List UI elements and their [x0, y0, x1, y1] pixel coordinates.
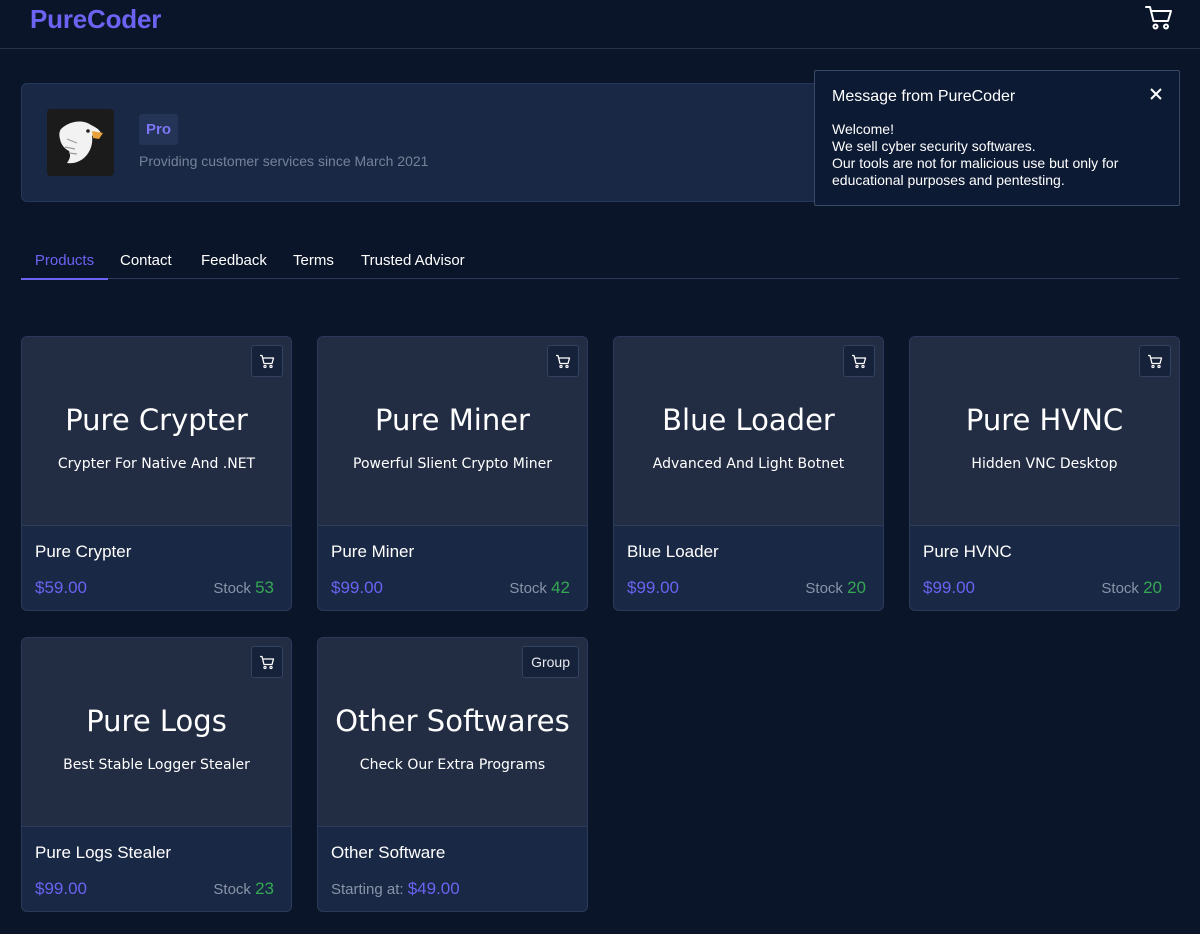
avatar [47, 109, 114, 176]
stock-label: Stock [1101, 580, 1139, 597]
cart-icon[interactable] [1144, 4, 1174, 32]
tab-trusted-advisor[interactable]: Trusted Advisor [361, 244, 465, 279]
stock-count: 23 [255, 879, 274, 898]
product-banner-title: Pure Miner [375, 403, 530, 437]
tab-terms[interactable]: Terms [293, 244, 334, 279]
add-to-cart-icon[interactable] [1139, 345, 1171, 377]
product-banner: Group Other Softwares Check Our Extra Pr… [318, 638, 587, 827]
product-stock: Stock 20 [1101, 578, 1162, 598]
product-banner: Pure Miner Powerful Slient Crypto Miner [318, 337, 587, 526]
seller-since-text: Providing customer services since March … [139, 153, 429, 169]
toast-line: educational purposes and pentesting. [832, 172, 1065, 188]
stock-count: 20 [1143, 578, 1162, 597]
product-starting-price: Starting at: $49.00 [331, 879, 460, 899]
product-card-pure-hvnc[interactable]: Pure HVNC Hidden VNC Desktop Pure HVNC $… [909, 336, 1180, 611]
stock-count: 42 [551, 578, 570, 597]
product-name: Pure Logs Stealer [35, 843, 172, 862]
product-banner-subtitle: Crypter For Native And .NET [57, 456, 256, 472]
product-banner-title: Pure HVNC [965, 403, 1124, 437]
stock-label: Stock [805, 580, 843, 597]
product-price: $99.00 [331, 578, 383, 597]
product-price: $99.00 [923, 578, 975, 597]
group-badge[interactable]: Group [522, 646, 579, 678]
product-banner: Pure Crypter Crypter For Native And .NET [22, 337, 291, 526]
toast-line: We sell cyber security softwares. [832, 138, 1036, 154]
product-name: Pure Crypter [35, 542, 132, 561]
toast-title: Message from PureCoder [832, 88, 1016, 105]
product-stock: Stock 20 [805, 578, 866, 598]
product-banner-subtitle: Powerful Slient Crypto Miner [353, 456, 552, 472]
product-stock: Stock 23 [213, 879, 274, 899]
product-banner-title: Other Softwares [335, 704, 570, 738]
product-banner-title: Blue Loader [662, 403, 835, 437]
stock-count: 20 [847, 578, 866, 597]
product-card-pure-miner[interactable]: Pure Miner Powerful Slient Crypto Miner … [317, 336, 588, 611]
product-banner-subtitle: Advanced And Light Botnet [652, 456, 845, 472]
starting-label: Starting at: [331, 881, 404, 898]
stock-label: Stock [213, 881, 251, 898]
eagle-logo-icon [47, 109, 114, 176]
product-banner-title: Pure Logs [86, 704, 227, 738]
pro-badge: Pro [139, 114, 178, 145]
add-to-cart-icon[interactable] [251, 646, 283, 678]
toast-line: Our tools are not for malicious use but … [832, 155, 1119, 171]
message-toast: Message from PureCoder Welcome! We sell … [814, 70, 1180, 206]
product-banner: Blue Loader Advanced And Light Botnet [614, 337, 883, 526]
product-banner-title: Pure Crypter [65, 403, 248, 437]
top-bar: PureCoder [0, 0, 1200, 49]
product-stock: Stock 53 [213, 578, 274, 598]
tab-bar: Products Contact Feedback Terms Trusted … [21, 244, 1179, 280]
product-banner: Pure Logs Best Stable Logger Stealer [22, 638, 291, 827]
product-card-pure-crypter[interactable]: Pure Crypter Crypter For Native And .NET… [21, 336, 292, 611]
brand-logo[interactable]: PureCoder [30, 4, 161, 35]
product-name: Blue Loader [627, 542, 719, 561]
product-card-other-softwares[interactable]: Group Other Softwares Check Our Extra Pr… [317, 637, 588, 912]
close-icon[interactable] [1147, 85, 1165, 103]
product-price: $59.00 [35, 578, 87, 597]
tab-contact[interactable]: Contact [120, 244, 172, 279]
add-to-cart-icon[interactable] [251, 345, 283, 377]
add-to-cart-icon[interactable] [843, 345, 875, 377]
product-name: Other Software [331, 843, 446, 862]
product-banner: Pure HVNC Hidden VNC Desktop [910, 337, 1179, 526]
product-name: Pure Miner [331, 542, 415, 561]
toast-body: Welcome! We sell cyber security software… [832, 121, 1162, 189]
product-banner-subtitle: Check Our Extra Programs [359, 757, 546, 773]
product-stock: Stock 42 [509, 578, 570, 598]
product-price: $49.00 [407, 879, 460, 898]
tab-products[interactable]: Products [21, 244, 108, 280]
product-price: $99.00 [35, 879, 87, 898]
stock-label: Stock [213, 580, 251, 597]
toast-line: Welcome! [832, 121, 894, 137]
product-card-blue-loader[interactable]: Blue Loader Advanced And Light Botnet Bl… [613, 336, 884, 611]
product-name: Pure HVNC [923, 542, 1012, 561]
product-banner-subtitle: Hidden VNC Desktop [971, 456, 1118, 472]
product-price: $99.00 [627, 578, 679, 597]
add-to-cart-icon[interactable] [547, 345, 579, 377]
product-card-pure-logs[interactable]: Pure Logs Best Stable Logger Stealer Pur… [21, 637, 292, 912]
tab-feedback[interactable]: Feedback [201, 244, 267, 279]
product-banner-subtitle: Best Stable Logger Stealer [63, 757, 250, 773]
stock-label: Stock [509, 580, 547, 597]
stock-count: 53 [255, 578, 274, 597]
